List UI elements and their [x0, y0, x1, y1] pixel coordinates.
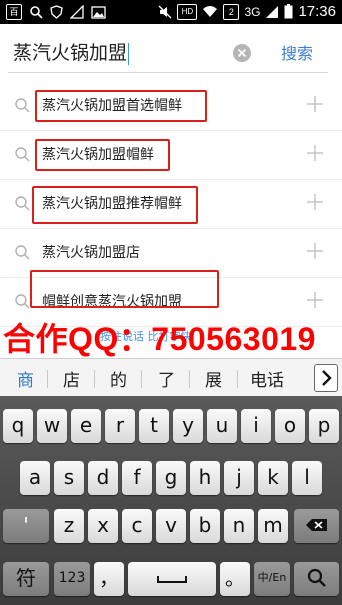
key-j[interactable]: j — [224, 461, 254, 495]
highlight-box — [32, 186, 198, 224]
hd-icon: HD — [177, 3, 198, 20]
key-e[interactable]: e — [71, 409, 101, 443]
chevron-right-icon — [322, 370, 332, 386]
key-u[interactable]: u — [207, 409, 237, 443]
key-h[interactable]: h — [190, 461, 220, 495]
qq-watermark: 合作QQ：750563019 — [3, 321, 316, 357]
search-notification-icon — [30, 6, 43, 19]
fill-query-icon[interactable] — [306, 291, 324, 309]
space-key[interactable] — [128, 562, 216, 596]
signal-icon — [266, 5, 279, 18]
more-candidates-button[interactable] — [314, 364, 338, 392]
candidate-word[interactable]: 了 — [158, 366, 175, 391]
key-y[interactable]: y — [173, 409, 203, 443]
key-d[interactable]: d — [88, 461, 118, 495]
key-o[interactable]: o — [275, 409, 305, 443]
network-type: 3G — [244, 4, 261, 19]
key-s[interactable]: s — [54, 461, 84, 495]
candidate-divider — [47, 370, 48, 388]
wifi-icon — [203, 6, 218, 17]
mute-icon — [158, 5, 172, 18]
search-query: 蒸汽火锅加盟 — [13, 42, 128, 64]
key-r[interactable]: r — [105, 409, 135, 443]
search-icon — [15, 196, 30, 211]
image-icon — [91, 5, 106, 19]
shield-icon — [50, 5, 63, 19]
backspace-icon — [305, 519, 327, 531]
key-q[interactable]: q — [3, 409, 33, 443]
search-icon — [15, 245, 30, 260]
backspace-key[interactable] — [294, 509, 339, 543]
suggestion-list: 蒸汽火锅加盟首选帽鲜 蒸汽火锅加盟帽鲜 蒸汽火锅加盟推荐帽鲜 蒸汽火锅加盟店 帽… — [0, 82, 342, 327]
key-a[interactable]: a — [20, 461, 50, 495]
suggestion-item[interactable]: 蒸汽火锅加盟首选帽鲜 — [0, 82, 342, 131]
key-x[interactable]: x — [88, 509, 118, 543]
key-z[interactable]: z — [54, 509, 84, 543]
candidate-divider — [141, 370, 142, 388]
key-t[interactable]: t — [139, 409, 169, 443]
key-i[interactable]: i — [241, 409, 271, 443]
key-g[interactable]: g — [156, 461, 186, 495]
search-key[interactable] — [294, 562, 339, 596]
candidate-word[interactable]: 店 — [63, 366, 80, 391]
suggestion-item[interactable]: 蒸汽火锅加盟帽鲜 — [0, 131, 342, 180]
key-f[interactable]: f — [122, 461, 152, 495]
symbol-key[interactable]: 符 — [3, 562, 49, 596]
fill-query-icon[interactable] — [306, 144, 324, 162]
number-key[interactable]: 123 — [54, 562, 90, 596]
fill-query-icon[interactable] — [306, 242, 324, 260]
clear-icon[interactable] — [233, 44, 251, 62]
search-underline — [8, 72, 328, 73]
key-l[interactable]: l — [292, 461, 322, 495]
key-v[interactable]: v — [156, 509, 186, 543]
clock: 17:36 — [298, 3, 336, 20]
cellular-alert-icon — [70, 5, 84, 19]
sim-slot-badge: 2 — [223, 3, 240, 20]
key-b[interactable]: b — [190, 509, 220, 543]
key-c[interactable]: c — [122, 509, 152, 543]
ime-candidate-bar: 商 店 的 了 展 电话 — [0, 358, 342, 398]
key-p[interactable]: p — [309, 409, 339, 443]
fill-query-icon[interactable] — [306, 95, 324, 113]
candidate-divider — [237, 370, 238, 388]
search-icon — [15, 147, 30, 162]
candidate-divider — [189, 370, 190, 388]
highlight-box — [35, 139, 170, 171]
key-w[interactable]: w — [37, 409, 67, 443]
space-bar-icon — [157, 576, 187, 583]
suggestion-item[interactable]: 蒸汽火锅加盟推荐帽鲜 — [0, 180, 342, 229]
period-key[interactable]: 。 — [220, 562, 250, 596]
key-apostrophe[interactable]: ' — [3, 509, 49, 543]
candidate-word[interactable]: 电话 — [250, 366, 284, 391]
status-bar: 百 HD 2 3G 17:36 — [0, 0, 342, 24]
key-m[interactable]: m — [258, 509, 288, 543]
search-input[interactable]: 蒸汽火锅加盟 — [8, 38, 269, 68]
candidate-word[interactable]: 的 — [110, 366, 127, 391]
search-icon — [15, 294, 30, 309]
key-k[interactable]: k — [258, 461, 288, 495]
search-icon — [307, 568, 326, 587]
search-icon — [15, 98, 30, 113]
candidate-word[interactable]: 商 — [17, 366, 34, 391]
highlight-box — [35, 90, 207, 122]
suggestion-text: 蒸汽火锅加盟店 — [42, 245, 140, 261]
candidate-word[interactable]: 展 — [205, 366, 222, 391]
keyboard: q w e r t y u i o p a s d f g h j k l ' … — [0, 396, 342, 605]
text-cursor — [128, 42, 130, 65]
fill-query-icon[interactable] — [306, 193, 324, 211]
key-n[interactable]: n — [224, 509, 254, 543]
language-switch-key[interactable]: 中/En — [254, 562, 290, 596]
baidu-notification-icon: 百 — [6, 4, 22, 20]
battery-icon — [284, 4, 293, 19]
candidate-divider — [94, 370, 95, 388]
highlight-box — [30, 270, 219, 308]
comma-key[interactable]: ， — [94, 562, 124, 596]
search-bar: 蒸汽火锅加盟 搜索 — [0, 24, 342, 82]
search-button[interactable]: 搜索 — [281, 40, 313, 64]
